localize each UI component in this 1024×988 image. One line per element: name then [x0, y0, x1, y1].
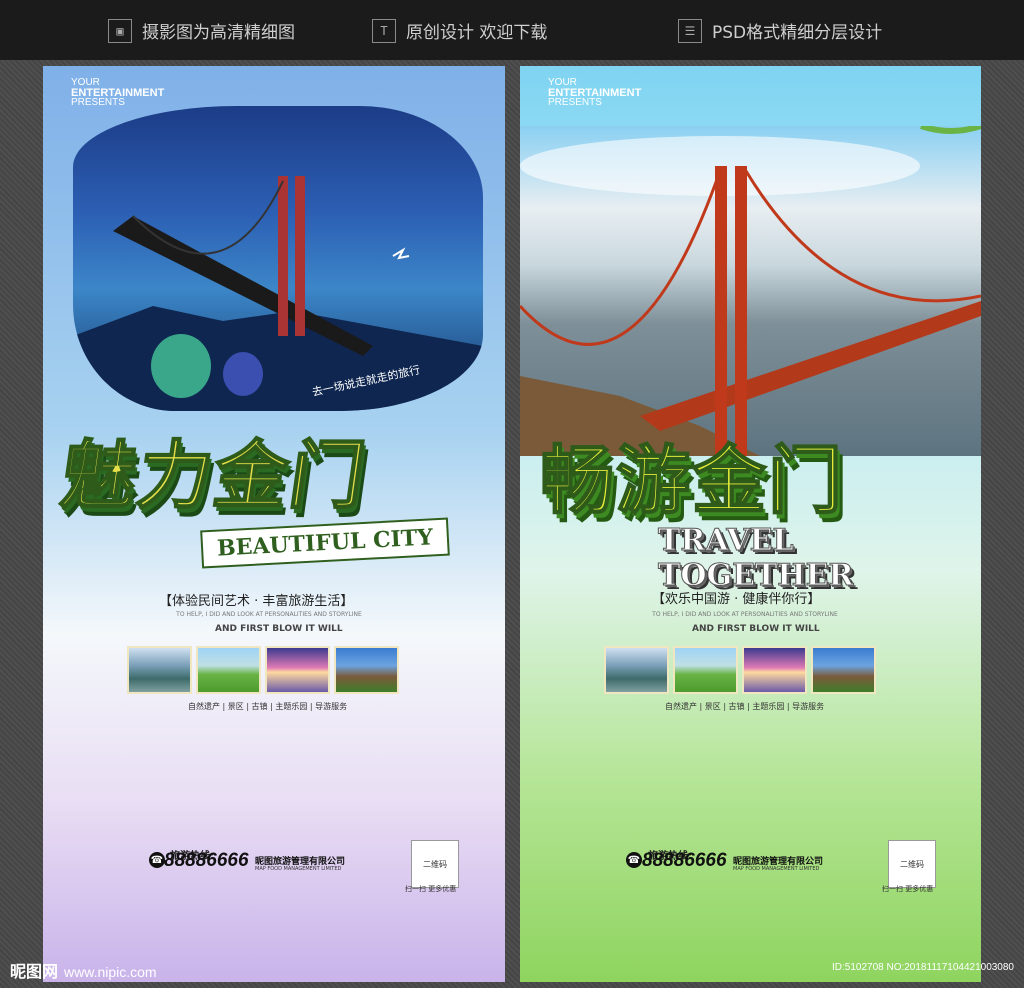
- present-line: PRESENTS: [71, 97, 125, 108]
- fine-print-bold: AND FIRST BLOW IT WILL: [215, 624, 343, 634]
- qr-code-placeholder: 二维码: [411, 840, 459, 888]
- hotline-number: 88886666: [642, 850, 727, 871]
- feature-item: ☰ PSD格式精细分层设计: [678, 18, 882, 43]
- meadow-thumbnail: [196, 646, 261, 694]
- watermark-brand: 昵图网 www.nipic.com: [10, 958, 157, 982]
- sunset-thumbnail: [265, 646, 330, 694]
- image-id: ID:5102708 NO:20181117104421003080: [831, 962, 1014, 973]
- phone-icon: ☎: [149, 852, 165, 868]
- company-name-en: MAP FOOD MANAGEMENT LIMITED: [733, 866, 820, 872]
- poster-slogan: 【欢乐中国游 · 健康伴你行】: [652, 592, 821, 607]
- feature-item: ▣ 摄影图为高清精细图: [108, 18, 295, 43]
- golden-gate-bridge-illustration: 去一场说走就走的旅行: [73, 176, 483, 411]
- image-layers-icon: ▣: [108, 18, 132, 43]
- brand-name: 昵图网: [10, 962, 59, 981]
- poster-travel-together: YOUR ENTERTAINMENT PRESENTS 畅游金门 TRAVEL …: [520, 66, 981, 982]
- resort-thumbnail: [334, 646, 399, 694]
- bridge-night-photo: 去一场说走就走的旅行: [73, 106, 483, 411]
- poster-ribbon: BEAUTIFUL CITY: [200, 517, 450, 569]
- thumbnail-strip: [127, 646, 399, 694]
- qr-code-placeholder: 二维码: [888, 840, 936, 888]
- feature-label: PSD格式精细分层设计: [712, 23, 883, 43]
- present-line: PRESENTS: [548, 97, 602, 108]
- sunset-thumbnail: [742, 646, 807, 694]
- presents-label: YOUR ENTERTAINMENT PRESENTS: [71, 78, 164, 108]
- meadow-thumbnail: [673, 646, 738, 694]
- feature-label: 原创设计 欢迎下载: [406, 23, 548, 43]
- company-name-en: MAP FOOD MANAGEMENT LIMITED: [255, 866, 342, 872]
- presents-label: YOUR ENTERTAINMENT PRESENTS: [548, 78, 641, 108]
- fine-print-bold: AND FIRST BLOW IT WILL: [692, 624, 820, 634]
- qr-caption: 扫一扫 更多优惠: [882, 885, 934, 893]
- feature-item: T 原创设计 欢迎下载: [372, 18, 547, 43]
- bridge-day-photo: [520, 126, 981, 456]
- thumbnail-strip: [604, 646, 876, 694]
- fine-print: TO HELP, I DID AND LOOK AT PERSONALITIES…: [652, 611, 838, 618]
- resort-thumbnail: [811, 646, 876, 694]
- brand-site: www.nipic.com: [64, 964, 157, 980]
- poster-ribbon: TRAVEL TOGETHER: [658, 523, 854, 594]
- lake-thumbnail: [604, 646, 669, 694]
- lake-thumbnail: [127, 646, 192, 694]
- golden-gate-bridge-illustration: [520, 126, 981, 456]
- category-tags: 自然遗产 | 景区 | 古镇 | 主题乐园 | 导游服务: [188, 702, 348, 711]
- qr-caption: 扫一扫 更多优惠: [405, 885, 457, 893]
- feature-label: 摄影图为高清精细图: [142, 23, 295, 43]
- phone-icon: ☎: [626, 852, 642, 868]
- hotline-number: 88886666: [164, 850, 249, 871]
- poster-slogan: 【体验民间艺术 · 丰富旅游生活】: [159, 594, 354, 609]
- layers-icon: ☰: [678, 18, 702, 43]
- text-T-icon: T: [372, 18, 396, 43]
- poster-beautiful-city: 去一场说走就走的旅行 YOUR ENTERTAINMENT PRESENTS 魅…: [43, 66, 505, 982]
- poster-title: 魅力金门: [55, 432, 373, 520]
- category-tags: 自然遗产 | 景区 | 古镇 | 主题乐园 | 导游服务: [665, 702, 825, 711]
- feature-bar: ▣ 摄影图为高清精细图 T 原创设计 欢迎下载 ☰ PSD格式精细分层设计: [0, 0, 1024, 60]
- poster-title: 畅游金门: [539, 437, 844, 525]
- fine-print: TO HELP, I DID AND LOOK AT PERSONALITIES…: [176, 611, 362, 618]
